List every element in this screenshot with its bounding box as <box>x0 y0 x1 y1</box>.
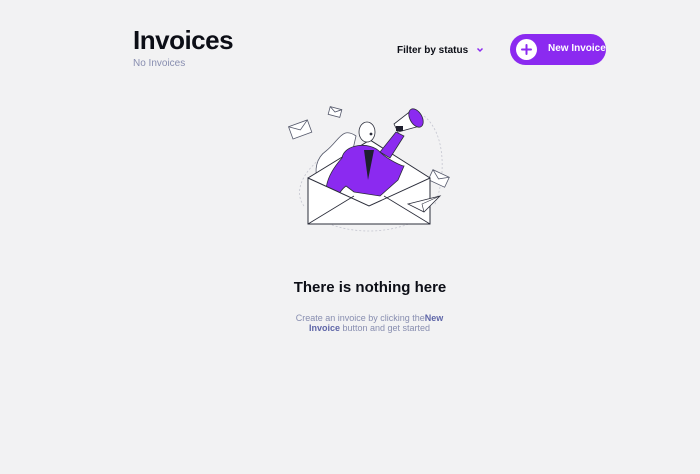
empty-state-title: There is nothing here <box>293 279 447 296</box>
filter-by-status-dropdown[interactable]: Filter by status <box>397 40 484 60</box>
empty-state-description: Create an invoice by clicking theNew Inv… <box>282 313 457 333</box>
invoice-count: No Invoices <box>133 58 186 69</box>
new-invoice-label: New Invoice <box>548 43 606 54</box>
filter-label: Filter by status <box>397 44 469 56</box>
invoices-page: Invoices No Invoices Filter by status Ne… <box>0 0 700 474</box>
description-suffix: button and get started <box>339 323 431 333</box>
plus-icon <box>516 39 537 60</box>
page-title: Invoices <box>133 25 234 55</box>
new-invoice-button[interactable]: New Invoice <box>510 34 606 65</box>
description-prefix: Create an invoice by clicking the <box>295 313 425 323</box>
chevron-down-icon <box>476 47 484 53</box>
empty-state-illustration <box>288 106 450 232</box>
